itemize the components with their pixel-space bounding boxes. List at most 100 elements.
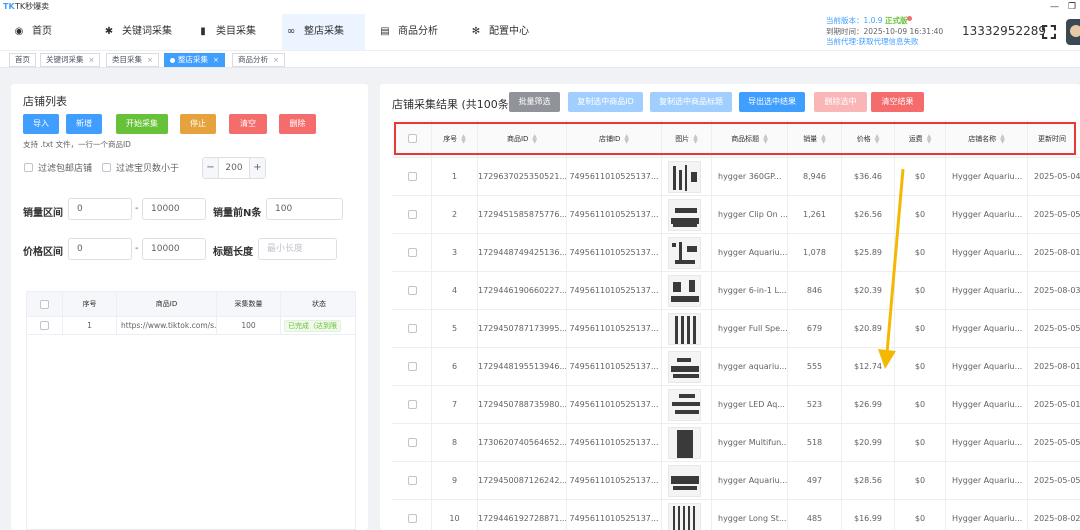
product-thumbnail[interactable] — [668, 351, 701, 383]
price-max-input[interactable]: 10000 — [142, 238, 206, 260]
table-row[interactable]: 9 1729450087126242... 7495611010525137... h… — [392, 462, 1080, 500]
price-min-input[interactable]: 0 — [68, 238, 132, 260]
nav-item-keyword-collect[interactable]: ✱ 关键词采集 — [102, 14, 192, 50]
product-thumbnail[interactable] — [668, 275, 701, 307]
delete-button[interactable]: 删除 — [279, 114, 316, 134]
nav-item-shop-collect[interactable]: ∞ 整店采集 — [282, 14, 365, 50]
filter-free-shipping-label: 过滤包邮店铺 — [38, 164, 93, 174]
sales-min-input[interactable]: 0 — [68, 198, 132, 220]
select-all-checkbox[interactable] — [40, 300, 49, 309]
product-thumbnail[interactable] — [668, 237, 701, 269]
stop-button[interactable]: 停止 — [180, 114, 216, 134]
dashboard-icon: ◉ — [14, 26, 24, 37]
clear-results-button[interactable]: 清空结果 — [871, 92, 924, 112]
row-checkbox[interactable] — [408, 286, 417, 295]
row-shop-id: 7495611010525137... — [567, 272, 662, 310]
product-thumbnail[interactable] — [668, 503, 701, 530]
table-row[interactable]: 5 1729450787173995... 7495611010525137... h… — [392, 310, 1080, 348]
row-checkbox[interactable] — [408, 210, 417, 219]
copy-selected-titles-button[interactable]: 复制选中商品标题 — [650, 92, 732, 112]
row-checkbox[interactable] — [408, 362, 417, 371]
row-checkbox[interactable] — [408, 324, 417, 333]
row-checkbox[interactable] — [408, 438, 417, 447]
column-header[interactable]: 商品ID — [117, 292, 217, 317]
tag-home[interactable]: 首页 — [9, 53, 36, 67]
table-row[interactable]: 2 1729451585875776... 7495611010525137... h… — [392, 196, 1080, 234]
product-thumbnail[interactable] — [668, 313, 701, 345]
filter-items-less-checkbox[interactable] — [102, 163, 111, 172]
row-checkbox[interactable] — [408, 248, 417, 257]
table-row[interactable]: 8 1730620740564652... 7495611010525137... h… — [392, 424, 1080, 462]
product-thumbnail[interactable] — [668, 199, 701, 231]
restore-icon[interactable]: ❐ — [1068, 0, 1076, 14]
expire-time: 到期时间：2025-10-09 16:31:40 — [826, 26, 944, 36]
table-row[interactable]: 1 1729637025350521... 7495611010525137... h… — [392, 158, 1080, 196]
fullscreen-icon[interactable] — [1042, 25, 1056, 39]
close-icon[interactable]: × — [273, 56, 279, 64]
min-items-stepper[interactable]: − 200 + — [202, 157, 266, 179]
version-label: 当前版本：1.0.9 — [826, 16, 883, 25]
row-checkbox[interactable] — [408, 400, 417, 409]
avatar[interactable] — [1066, 19, 1080, 45]
delete-selected-button[interactable]: 删除选中 — [814, 92, 867, 112]
tag-category-collect[interactable]: 类目采集 × — [106, 53, 159, 67]
sales-topn-input[interactable]: 100 — [266, 198, 343, 220]
column-header[interactable]: 状态 — [281, 292, 355, 317]
table-row[interactable]: 6 1729448195513946... 7495611010525137... h… — [392, 348, 1080, 386]
title-length-input[interactable]: 最小长度 — [258, 238, 337, 260]
stepper-value[interactable]: 200 — [219, 158, 249, 178]
add-button[interactable]: 新增 — [66, 114, 102, 134]
nav-item-home[interactable]: ◉ 首页 — [10, 14, 90, 50]
row-shipping: $0 — [895, 500, 946, 530]
close-icon[interactable]: × — [147, 56, 153, 64]
row-shop-name: Hygger Aquariu... — [946, 424, 1028, 462]
tag-product-analysis[interactable]: 商品分析 × — [232, 53, 285, 67]
product-thumbnail[interactable] — [668, 389, 701, 421]
row-title: hygger Aquariu... — [712, 234, 788, 272]
agent-info[interactable]: 当前代理:获取代理信息失败 — [826, 37, 943, 48]
import-button[interactable]: 导入 — [23, 114, 59, 134]
product-thumbnail[interactable] — [668, 427, 701, 459]
nav-item-product-analysis[interactable]: ▤ 商品分析 — [378, 14, 458, 50]
row-index: 3 — [432, 234, 478, 272]
close-icon[interactable]: × — [89, 56, 95, 64]
minus-icon[interactable]: − — [203, 158, 219, 178]
tag-keyword-collect[interactable]: 关键词采集 × — [40, 53, 101, 67]
row-checkbox[interactable] — [408, 476, 417, 485]
plus-icon[interactable]: + — [249, 158, 265, 178]
copy-selected-ids-button[interactable]: 复制选中商品ID — [568, 92, 643, 112]
row-checkbox[interactable] — [408, 514, 417, 523]
product-thumbnail[interactable] — [668, 161, 701, 193]
minimize-icon[interactable]: — — [1050, 0, 1059, 14]
sales-max-input[interactable]: 10000 — [142, 198, 206, 220]
batch-filter-button[interactable]: 批量筛选 — [509, 92, 560, 112]
row-index: 1 — [63, 317, 117, 335]
clear-button[interactable]: 清空 — [229, 114, 267, 134]
row-select-cell — [27, 317, 63, 335]
row-checkbox[interactable] — [40, 321, 49, 330]
row-checkbox[interactable] — [408, 172, 417, 181]
row-sales: 555 — [788, 348, 842, 386]
start-collect-button[interactable]: 开始采集 — [116, 114, 168, 134]
row-sales: 523 — [788, 386, 842, 424]
nav-item-config-center[interactable]: ✻ 配置中心 — [469, 14, 549, 50]
table-row[interactable]: 4 1729446190660227... 7495611010525137... h… — [392, 272, 1080, 310]
table-row[interactable]: 10 1729446192728871... 7495611010525137...… — [392, 500, 1080, 530]
column-header[interactable]: 序号 — [63, 292, 117, 317]
product-thumbnail[interactable] — [668, 465, 701, 497]
close-icon[interactable]: × — [213, 56, 219, 64]
range-separator: - — [135, 203, 139, 214]
nav-item-label: 关键词采集 — [122, 26, 172, 37]
filter-free-shipping-checkbox[interactable] — [24, 163, 33, 172]
table-row[interactable]: 3 1729448749425136... 7495611010525137... h… — [392, 234, 1080, 272]
export-selected-button[interactable]: 导出选中结果 — [739, 92, 805, 112]
nav-item-category-collect[interactable]: ▮ 类目采集 — [196, 14, 282, 50]
column-header[interactable]: 采集数量 — [217, 292, 281, 317]
row-select-cell — [392, 348, 432, 386]
row-title: hygger Clip On ... — [712, 196, 788, 234]
tag-label: 整店采集 — [178, 55, 208, 64]
tag-shop-collect[interactable]: 整店采集 × — [164, 53, 225, 67]
notification-dot — [907, 16, 913, 21]
table-row[interactable]: 1 https://www.tiktok.com/s... 100 已完成（达到… — [27, 317, 355, 335]
table-row[interactable]: 7 1729450788735980... 7495611010525137... h… — [392, 386, 1080, 424]
